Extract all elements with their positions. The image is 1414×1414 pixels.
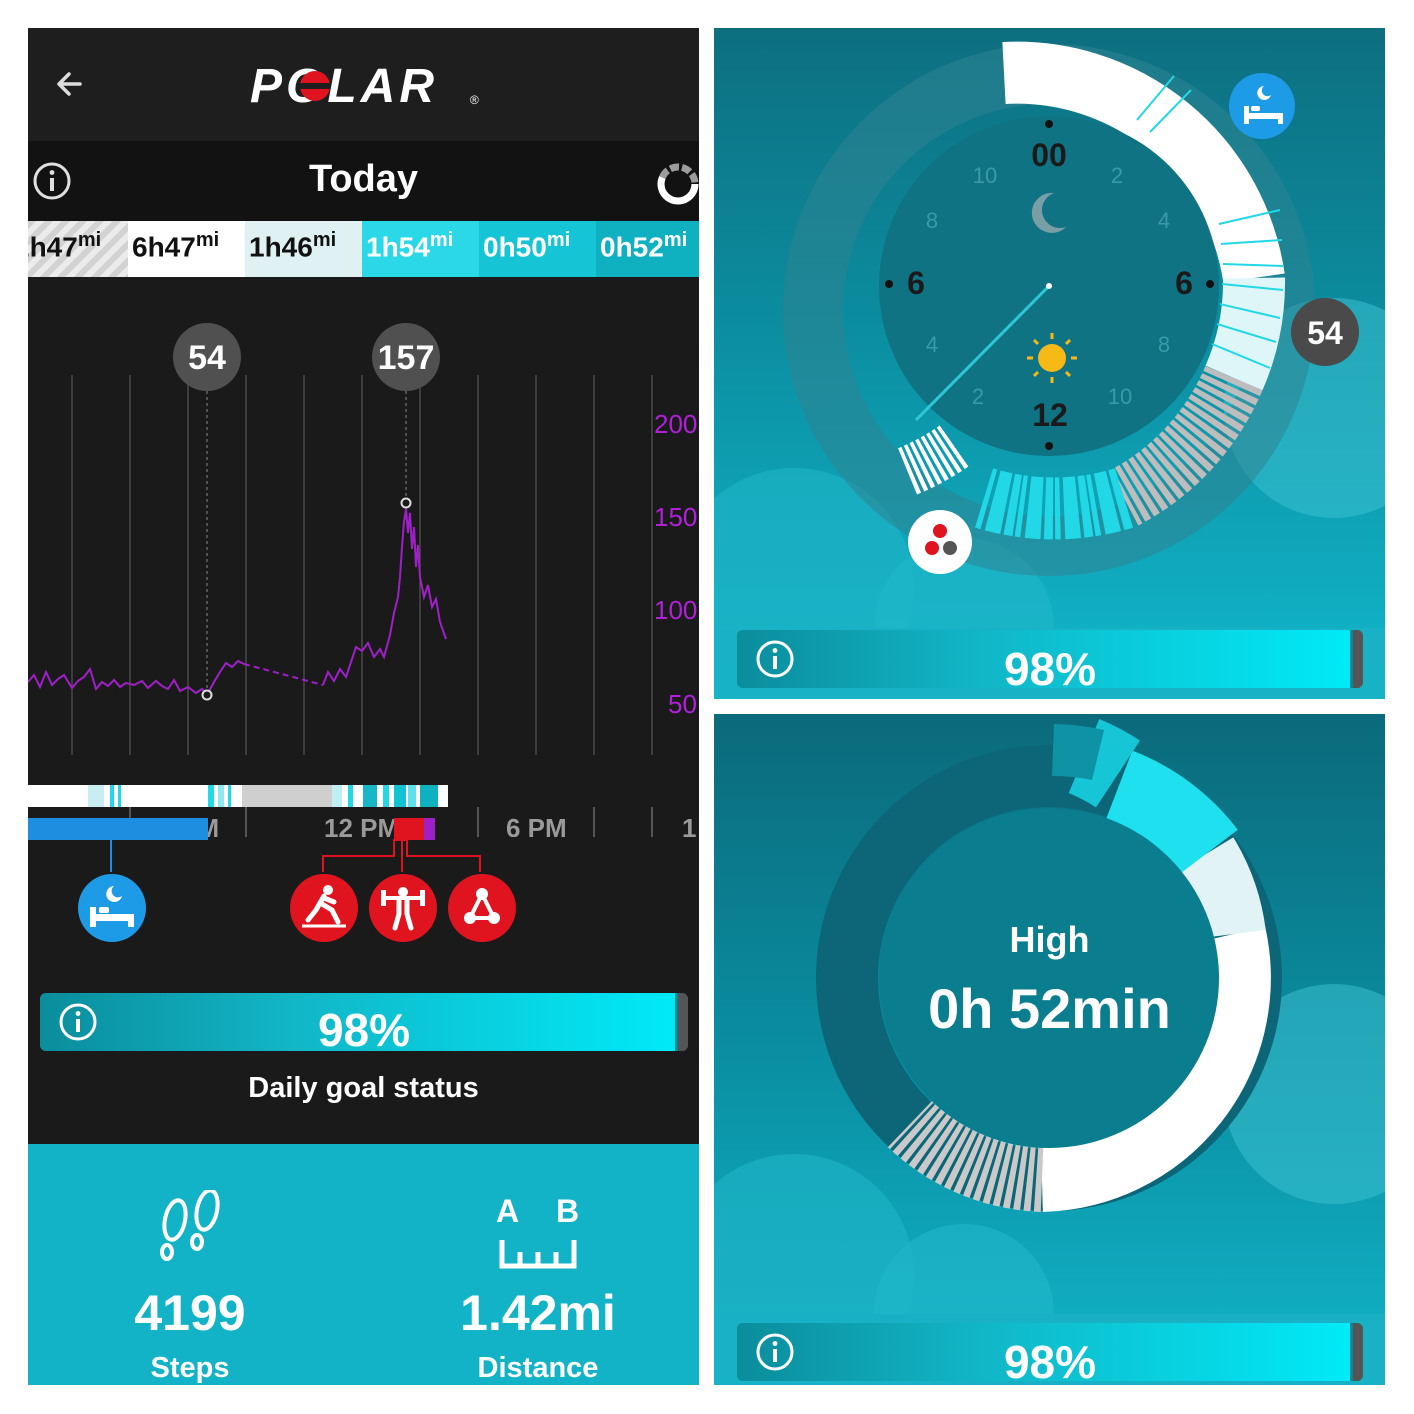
goal-percent: 98% <box>1003 1336 1097 1381</box>
activity-ring-icon[interactable] <box>654 160 699 208</box>
svg-text:10: 10 <box>1108 384 1132 409</box>
svg-text:157: 157 <box>378 339 435 377</box>
svg-text:2: 2 <box>972 384 984 409</box>
cross-country-skiing-icon[interactable] <box>288 872 360 944</box>
strip-value: 2h47mi <box>28 229 102 263</box>
day-activity-bar <box>28 785 448 807</box>
svg-text:54: 54 <box>188 339 226 377</box>
chart-gridlines <box>71 375 653 755</box>
intensity-timeline-strip[interactable]: 2h47mi 6h47mi 1h46mi 1h54mi 0h50mi 0h52m… <box>28 221 699 277</box>
daily-goal-bar[interactable]: 98% <box>40 993 688 1051</box>
daily-activity-screen: POLAR ® Today 2h47mi 6h47mi 1h46mi 1h54m… <box>28 28 699 1385</box>
strip-cell-high[interactable]: 0h52mi <box>596 221 699 277</box>
steps-value: 4199 <box>134 1285 246 1341</box>
hour-label-00: 00 <box>1031 137 1067 173</box>
hour-label-12: 12 <box>1032 397 1068 433</box>
min-hr-bubble: 54 <box>173 323 241 391</box>
heart-rate-bubble: 54 <box>1291 298 1359 366</box>
y-tick-label: 200 <box>654 409 697 439</box>
activity-clock[interactable]: 00 6 6 12 10 2 8 4 4 8 2 10 54 <box>714 28 1385 699</box>
intensity-title: High <box>1009 919 1090 960</box>
distance-ruler-icon: A B <box>496 1194 579 1269</box>
steps-label: Steps <box>150 1352 230 1384</box>
sleep-period-bar <box>28 818 208 840</box>
strip-cell-sitting[interactable]: 1h46mi <box>245 221 362 277</box>
goal-percent: 98% <box>1003 643 1097 688</box>
goal-label: Daily goal status <box>248 1072 479 1104</box>
registered-mark: ® <box>470 93 479 107</box>
svg-text:B: B <box>556 1194 579 1229</box>
daily-goal-bar[interactable]: 98% <box>737 630 1363 688</box>
footprints-icon <box>160 1190 220 1261</box>
logo-text: POLAR <box>250 60 438 113</box>
svg-text:4: 4 <box>1158 208 1170 233</box>
heart-rate-gap-line <box>243 663 324 686</box>
strip-cell-sleep[interactable]: 2h47mi <box>28 221 128 277</box>
svg-text:A: A <box>496 1194 519 1229</box>
svg-text:2: 2 <box>1111 163 1123 188</box>
clock-ring-active <box>974 468 1134 540</box>
strength-training-icon[interactable] <box>367 872 439 944</box>
heart-rate-chart[interactable]: 200 150 100 50 54 157 12 PM 6 PM 1 <box>28 277 699 837</box>
distance-label: Distance <box>477 1352 599 1384</box>
distance-value: 1.42mi <box>460 1285 616 1341</box>
other-sport-icon[interactable] <box>446 872 518 944</box>
strip-cell-low[interactable]: 1h54mi <box>362 221 479 277</box>
sleep-bubble-icon <box>1229 73 1295 139</box>
polar-logo: POLAR ® <box>250 60 479 113</box>
strip-value: 0h50mi <box>483 229 571 263</box>
svg-text:8: 8 <box>926 208 938 233</box>
hour-label-6-right: 6 <box>1175 265 1193 301</box>
training-period-bar <box>394 818 424 840</box>
sleep-bed-icon[interactable] <box>76 872 148 944</box>
strip-value: 1h46mi <box>249 229 337 263</box>
activities-bubble-icon <box>908 510 972 574</box>
daily-goal-bar[interactable]: 98% <box>737 1323 1363 1381</box>
strip-cell-resting[interactable]: 6h47mi <box>128 221 245 277</box>
hour-label-6-left: 6 <box>907 265 925 301</box>
strip-value: 1h54mi <box>366 229 454 263</box>
back-arrow-icon[interactable] <box>50 62 94 106</box>
strip-cell-medium[interactable]: 0h50mi <box>479 221 596 277</box>
heart-rate-line <box>28 659 245 697</box>
date-title[interactable]: Today <box>28 158 699 201</box>
heart-rate-line-afternoon <box>322 508 447 686</box>
min-hr-point <box>201 689 213 701</box>
svg-text:10: 10 <box>973 163 997 188</box>
svg-text:8: 8 <box>1158 332 1170 357</box>
goal-percent: 98% <box>317 1004 411 1051</box>
max-hr-bubble: 157 <box>372 323 440 391</box>
y-tick-label: 50 <box>668 689 697 719</box>
svg-text:54: 54 <box>1307 315 1343 351</box>
intensity-duration: 0h 52min <box>928 977 1171 1040</box>
y-tick-label: 150 <box>654 502 697 532</box>
strip-value: 0h52mi <box>600 229 688 263</box>
intensity-breakdown-screen: High 0h 52min 98% <box>714 714 1385 1385</box>
strip-value: 6h47mi <box>132 229 220 263</box>
app-header: POLAR ® <box>28 28 699 141</box>
max-hr-point <box>400 497 412 509</box>
intensity-donut[interactable] <box>714 714 1385 1385</box>
activity-summary: 4199 Steps A B 1.42mi Distance <box>28 1144 699 1385</box>
svg-text:4: 4 <box>926 332 938 357</box>
y-tick-label: 100 <box>654 595 697 625</box>
activity-clock-screen: 00 6 6 12 10 2 8 4 4 8 2 10 54 98% <box>714 28 1385 699</box>
